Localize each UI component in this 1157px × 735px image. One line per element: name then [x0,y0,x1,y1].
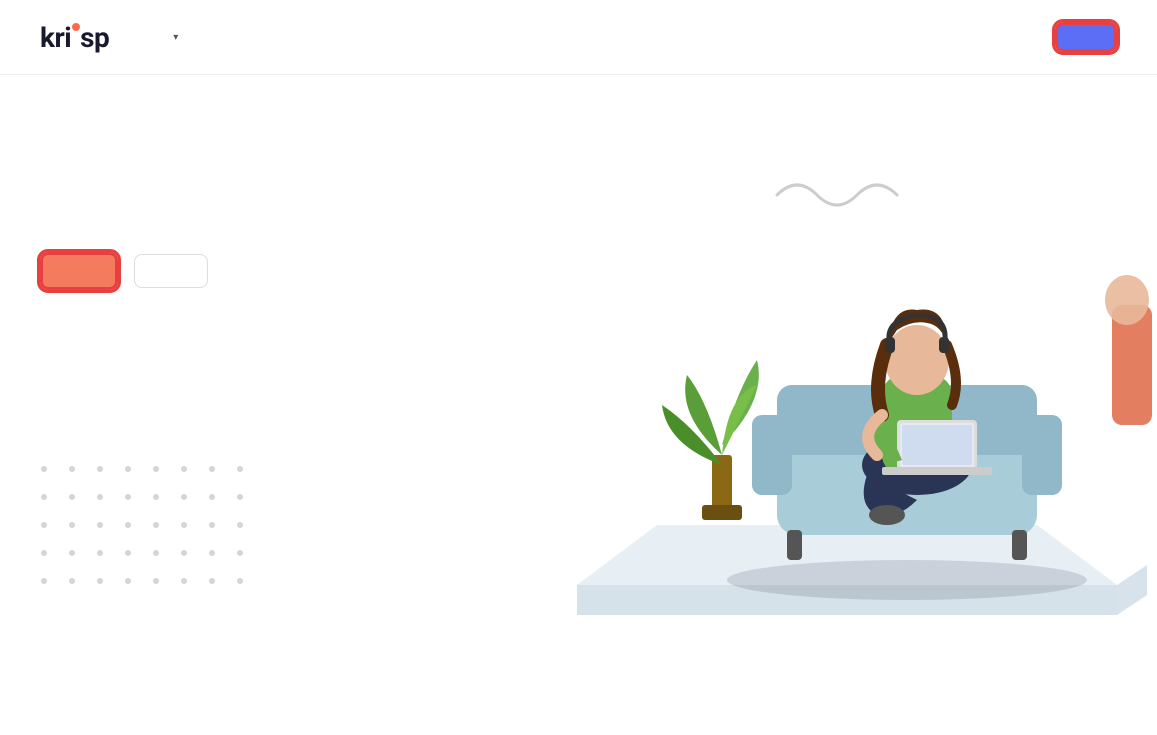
get-krisp-header-button[interactable] [1055,22,1117,52]
dot [41,466,47,472]
dot [69,578,75,584]
get-krisp-hero-button[interactable] [40,252,118,290]
dot [97,550,103,556]
dot [97,578,103,584]
logo-text: krisp [40,21,109,54]
dot [125,466,131,472]
dot [237,494,243,500]
watch-video-button[interactable] [134,254,208,288]
dot [69,494,75,500]
dot [181,550,187,556]
dot [209,578,215,584]
hero-illustration [557,105,1157,655]
dot [153,522,159,528]
dot [125,494,131,500]
dot [97,522,103,528]
main-nav: ▾ [169,32,1031,43]
dot [125,550,131,556]
logo-dot [72,23,80,31]
dot [41,550,47,556]
dot [209,550,215,556]
dot [125,522,131,528]
dot [237,522,243,528]
hero-button-group [40,252,208,290]
dot [181,578,187,584]
dot [41,578,47,584]
dot [237,466,243,472]
nav-item-for-teams[interactable]: ▾ [169,32,178,43]
header: krisp ▾ [0,0,1157,75]
dot [153,550,159,556]
dots-decoration: const grid = document.querySelector('.do… [30,455,254,595]
dot [69,550,75,556]
dot [237,550,243,556]
logo-link[interactable]: krisp [40,21,109,54]
dot [209,522,215,528]
dot [41,522,47,528]
dot [41,494,47,500]
chevron-down-icon: ▾ [173,32,178,43]
dot [153,466,159,472]
dot [69,466,75,472]
dot [125,578,131,584]
dot [69,522,75,528]
dot [153,578,159,584]
dot [97,466,103,472]
hero-title [40,159,208,212]
hero-content [40,135,208,306]
dot [181,466,187,472]
dot [237,578,243,584]
dot [209,466,215,472]
dot [97,494,103,500]
dot [181,494,187,500]
dot [181,522,187,528]
hero-section: const grid = document.querySelector('.do… [0,75,1157,655]
dot [209,494,215,500]
dot [153,494,159,500]
